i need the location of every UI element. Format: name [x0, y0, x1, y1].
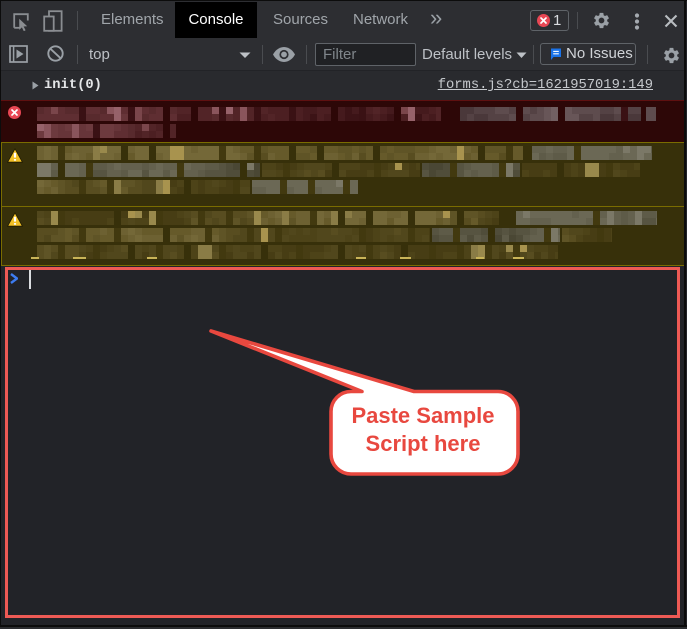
svg-text:Paste Sample: Paste Sample [351, 403, 494, 428]
svg-text:Script here: Script here [366, 431, 481, 456]
